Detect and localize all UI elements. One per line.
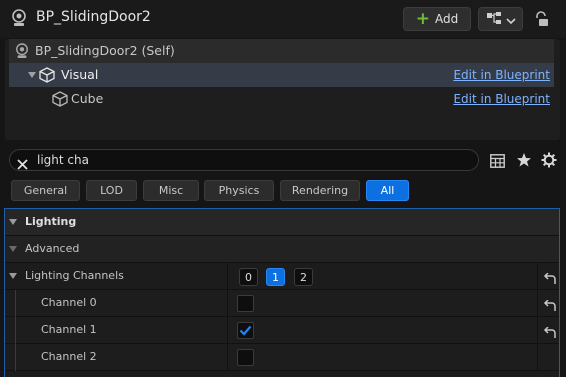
tab-misc[interactable]: Misc [143,180,199,201]
property-grid: Lighting Advanced Lighting Channels 0 1 … [4,208,560,377]
property-lighting-channels: Lighting Channels 0 1 2 [5,263,559,290]
channel-1-checkbox[interactable] [237,322,254,339]
star-icon[interactable] [516,152,532,172]
advanced-section[interactable]: Advanced [5,236,559,263]
tree-item-label: Visual [61,67,99,82]
edit-in-blueprint-link[interactable]: Edit in Blueprint [453,92,550,106]
column-divider [537,290,538,317]
category-lighting[interactable]: Lighting [5,209,559,236]
tree-item-label: Cube [71,91,104,106]
property-label: Channel 0 [41,296,97,309]
expand-arrow-icon[interactable] [9,273,17,279]
expand-arrow-icon[interactable] [28,72,36,78]
tab-general[interactable]: General [11,180,80,201]
header-bar: BP_SlidingDoor2 + Add [0,0,566,38]
component-tree: BP_SlidingDoor2 (Self) Visual Edit in Bl… [5,39,560,140]
actor-title: BP_SlidingDoor2 [36,9,151,25]
property-channel-0: Channel 0 [5,290,559,317]
column-divider[interactable] [227,290,228,317]
column-divider[interactable] [227,344,228,371]
channel-1-button[interactable]: 1 [266,268,285,286]
tab-all[interactable]: All [366,180,409,201]
property-channel-1: Channel 1 [5,317,559,344]
reset-to-default-icon[interactable] [543,270,557,289]
search-input[interactable]: light cha [9,149,479,171]
channel-0-checkbox[interactable] [237,295,254,312]
column-divider [537,344,538,371]
channel-2-button[interactable]: 2 [294,268,313,286]
add-component-button[interactable]: + Add [403,7,471,31]
tree-item-label: BP_SlidingDoor2 (Self) [35,43,175,58]
actor-icon [15,43,29,63]
column-divider[interactable] [227,317,228,344]
expand-arrow-icon[interactable] [9,219,17,225]
indent-guide [15,290,16,317]
cube-icon [39,67,55,87]
property-label: Channel 2 [41,350,97,363]
reset-to-default-icon[interactable] [543,324,557,343]
edit-in-blueprint-link[interactable]: Edit in Blueprint [453,68,550,82]
expand-arrow-icon[interactable] [9,246,17,252]
channel-2-checkbox[interactable] [237,349,254,366]
reset-to-default-icon[interactable] [543,297,557,316]
hierarchy-icon [486,10,502,29]
hierarchy-options-button[interactable] [478,7,523,31]
clear-search-icon[interactable] [17,155,28,174]
indent-guide [15,317,16,344]
channel-0-button[interactable]: 0 [239,268,258,286]
tab-rendering[interactable]: Rendering [280,180,360,201]
tab-lod[interactable]: LOD [86,180,137,201]
property-channel-2: Channel 2 [5,344,559,371]
tree-item-self[interactable]: BP_SlidingDoor2 (Self) [9,39,554,63]
gear-icon[interactable] [541,152,557,172]
details-panel: BP_SlidingDoor2 + Add BP_SlidingDoor2 (S… [0,0,566,377]
checkmark-icon [239,325,252,336]
property-label: Lighting Channels [25,269,124,282]
column-divider[interactable] [227,263,228,290]
category-label: Lighting [25,215,77,228]
actor-icon [11,9,27,27]
add-button-label: Add [435,12,459,26]
plus-icon: + [415,9,430,29]
indent-guide [15,344,16,371]
column-divider [537,317,538,344]
advanced-label: Advanced [25,242,80,255]
property-matrix-icon[interactable] [490,153,505,172]
property-label: Channel 1 [41,323,97,336]
tree-item-visual[interactable]: Visual Edit in Blueprint [9,63,554,87]
column-divider [537,263,538,290]
tree-item-cube[interactable]: Cube Edit in Blueprint [9,87,554,111]
cube-icon [52,91,68,111]
chevron-down-icon [505,10,516,29]
search-value: light cha [37,153,89,167]
tab-physics[interactable]: Physics [204,180,274,201]
lock-icon[interactable] [533,11,549,27]
